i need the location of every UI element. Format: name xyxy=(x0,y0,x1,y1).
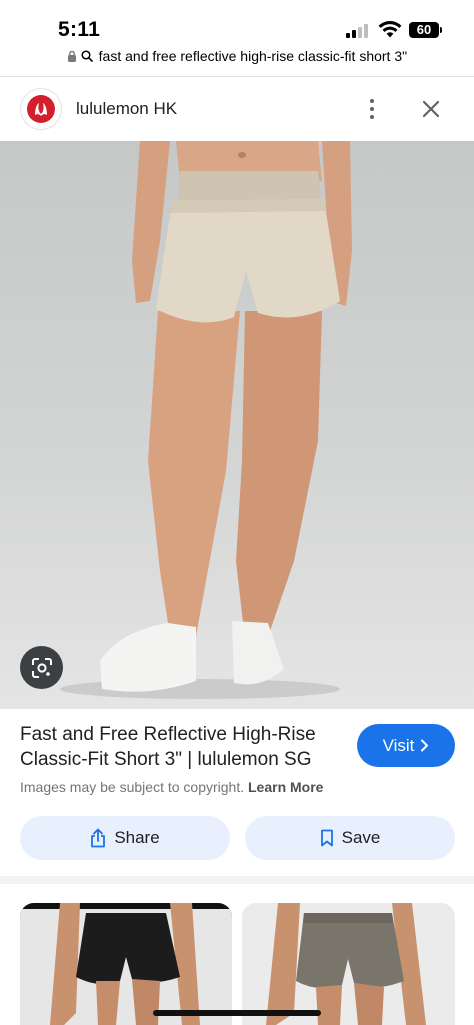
battery-nub xyxy=(440,27,442,33)
save-label: Save xyxy=(341,828,381,847)
cellular-signal-icon xyxy=(346,24,372,38)
lock-icon xyxy=(67,50,76,62)
product-image[interactable] xyxy=(0,141,474,709)
visit-label: Visit xyxy=(382,735,415,755)
more-vert-icon[interactable] xyxy=(360,94,384,124)
status-time: 5:11 xyxy=(58,18,101,41)
related-image-thumbnail[interactable] xyxy=(242,903,455,1025)
result-title[interactable]: Fast and Free Reflective High-Rise Class… xyxy=(20,722,350,772)
url-bar[interactable]: fast and free reflective high-rise class… xyxy=(0,48,474,74)
thumbnail-illustration xyxy=(242,903,455,1025)
close-icon[interactable] xyxy=(416,94,446,124)
battery-indicator: 60 xyxy=(409,22,439,38)
share-button[interactable]: Share xyxy=(20,816,230,860)
lululemon-logo[interactable] xyxy=(20,88,62,130)
copyright-text: Images may be subject to copyright. xyxy=(20,779,245,795)
url-text: fast and free reflective high-rise class… xyxy=(98,48,408,64)
bookmark-icon xyxy=(320,829,333,847)
section-divider xyxy=(0,876,474,884)
related-image-thumbnail[interactable] xyxy=(20,903,232,1025)
source-header: lululemon HK xyxy=(0,86,474,132)
home-indicator[interactable] xyxy=(153,1010,321,1016)
visit-button[interactable]: Visit xyxy=(357,724,455,767)
share-icon xyxy=(91,828,106,848)
thumbnail-illustration xyxy=(20,903,232,1025)
save-button[interactable]: Save xyxy=(245,816,455,860)
divider xyxy=(0,76,474,77)
search-icon xyxy=(81,50,93,62)
product-illustration xyxy=(60,141,352,699)
google-lens-icon xyxy=(31,657,52,678)
chevron-right-icon xyxy=(421,739,429,752)
copyright-notice: Images may be subject to copyright. Lear… xyxy=(20,779,323,795)
learn-more-link[interactable]: Learn More xyxy=(248,779,323,795)
status-bar: 5:11 60 xyxy=(0,0,474,46)
share-label: Share xyxy=(114,828,160,847)
source-name[interactable]: lululemon HK xyxy=(76,99,177,119)
wifi-icon xyxy=(378,21,402,38)
google-lens-button[interactable] xyxy=(20,646,63,689)
